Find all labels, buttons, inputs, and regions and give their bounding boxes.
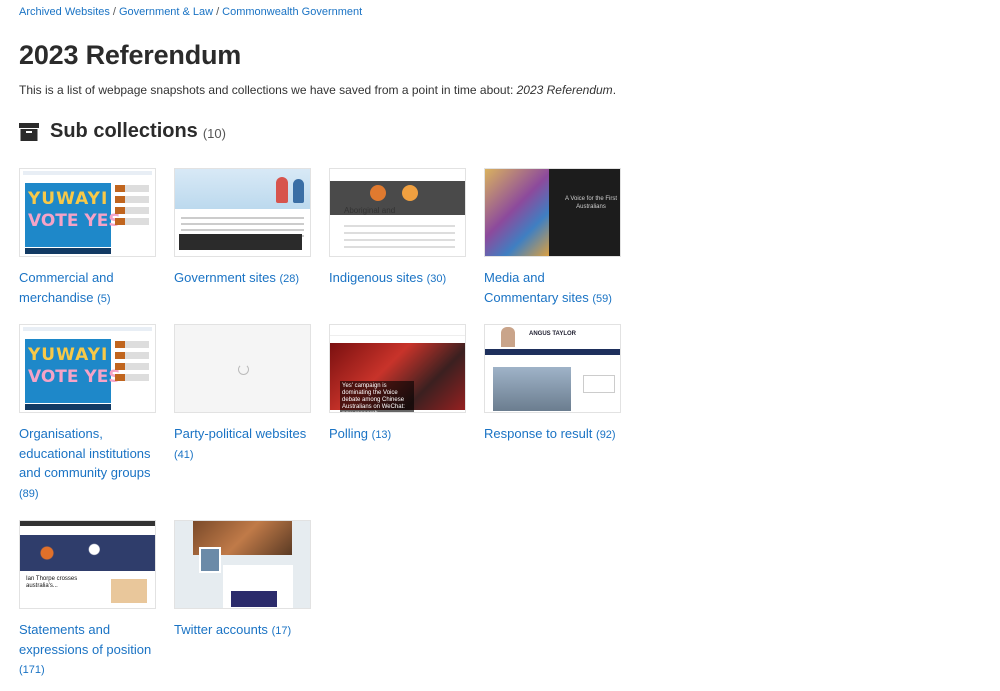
collection-label[interactable]: Indigenous sites [329, 270, 423, 285]
collection-count: (89) [19, 487, 39, 500]
collection-thumbnail[interactable]: Aboriginal and [329, 168, 466, 257]
collection-card-party-political[interactable]: Party-political websites (41) [174, 324, 312, 465]
collection-card-government[interactable]: Government sites (28) [174, 168, 312, 290]
collection-count: (171) [19, 664, 45, 676]
collection-count: (5) [97, 292, 111, 305]
intro-prefix: This is a list of webpage snapshots and … [19, 83, 517, 97]
collection-label[interactable]: Media and Commentary sites [484, 270, 589, 305]
collection-count: (41) [174, 448, 194, 461]
thumb-text: VOTE YES [28, 367, 121, 387]
intro-text: This is a list of webpage snapshots and … [19, 83, 616, 97]
collection-label[interactable]: Response to result [484, 426, 592, 441]
collection-card-media[interactable]: A Voice for the First Australians Media … [484, 168, 622, 309]
page-title: 2023 Referendum [19, 40, 242, 70]
collection-label[interactable]: Statements and expressions of position [19, 622, 151, 657]
collection-card-statements[interactable]: Ian Thorpe crosses australia's... Statem… [19, 520, 157, 681]
collection-thumbnail[interactable] [174, 324, 311, 413]
thumb-text: YUWAYI [28, 189, 109, 209]
collection-thumbnail[interactable]: A Voice for the First Australians [484, 168, 621, 257]
breadcrumb-commonwealth-government[interactable]: Commonwealth Government [222, 6, 362, 18]
collection-label[interactable]: Party-political websites [174, 426, 306, 441]
subcollections-heading: Sub collections (10) [19, 120, 226, 143]
collection-count: (17) [271, 625, 292, 637]
collection-link[interactable]: Commercial and merchandise (5) [19, 268, 157, 309]
collection-link[interactable]: Government sites (28) [174, 268, 312, 290]
collection-thumbnail[interactable] [174, 520, 311, 609]
breadcrumb: Archived Websites / Government & Law / Commo… [19, 6, 362, 18]
archive-box-icon [19, 122, 39, 141]
collection-label[interactable]: Twitter accounts [174, 622, 268, 637]
collection-thumbnail[interactable]: ANGUS TAYLOR [484, 324, 621, 413]
thumb-text: Ian Thorpe crosses australia's... [26, 576, 78, 589]
breadcrumb-government-law[interactable]: Government & Law [119, 6, 213, 18]
intro-subject: 2023 Referendum [516, 83, 613, 97]
collection-thumbnail[interactable]: YUWAYI VOTE YES [19, 168, 156, 257]
thumb-text: Aboriginal and [344, 206, 396, 215]
collection-link[interactable]: Party-political websites (41) [174, 424, 312, 465]
subcollections-count: (10) [202, 126, 226, 141]
thumb-text: Yes' campaign is dominating the Voice de… [340, 381, 414, 412]
collection-thumbnail[interactable]: Yes' campaign is dominating the Voice de… [329, 324, 466, 413]
breadcrumb-separator: / [216, 6, 220, 18]
collection-count: (28) [279, 273, 300, 285]
collection-label[interactable]: Organisations, educational institutions … [19, 426, 151, 480]
collection-count: (59) [592, 292, 612, 305]
collection-link[interactable]: Polling (13) [329, 424, 467, 446]
thumb-text: ANGUS TAYLOR [529, 331, 577, 337]
collection-card-organisations[interactable]: YUWAYI VOTE YES Organisations, education… [19, 324, 157, 504]
collection-count: (13) [371, 429, 392, 441]
collection-thumbnail[interactable]: Ian Thorpe crosses australia's... [19, 520, 156, 609]
breadcrumb-archived-websites[interactable]: Archived Websites [19, 6, 110, 18]
collection-card-twitter[interactable]: Twitter accounts (17) [174, 520, 312, 642]
collection-link[interactable]: Statements and expressions of position (… [19, 620, 157, 681]
collection-label[interactable]: Government sites [174, 270, 276, 285]
loading-spinner-icon [238, 364, 249, 375]
collection-link[interactable]: Twitter accounts (17) [174, 620, 312, 642]
collection-thumbnail[interactable] [174, 168, 311, 257]
breadcrumb-separator: / [112, 6, 116, 18]
collection-card-response[interactable]: ANGUS TAYLOR Response to result (92) [484, 324, 622, 446]
subcollections-title: Sub collections [50, 120, 198, 142]
intro-suffix: . [612, 83, 617, 97]
collection-link[interactable]: Indigenous sites (30) [329, 268, 467, 290]
collection-count: (92) [596, 429, 616, 441]
thumb-text: YUWAYI [28, 345, 109, 365]
thumb-text: A Voice for the First Australians [564, 196, 618, 210]
collection-link[interactable]: Media and Commentary sites (59) [484, 268, 622, 309]
collection-thumbnail[interactable]: YUWAYI VOTE YES [19, 324, 156, 413]
collection-link[interactable]: Organisations, educational institutions … [19, 424, 157, 504]
collection-link[interactable]: Response to result (92) [484, 424, 622, 446]
collection-card-commercial[interactable]: YUWAYI VOTE YES Commercial and merchandi… [19, 168, 157, 309]
collection-card-polling[interactable]: Yes' campaign is dominating the Voice de… [329, 324, 467, 446]
thumb-text: VOTE YES [28, 211, 121, 231]
collection-card-indigenous[interactable]: Aboriginal and Indigenous sites (30) [329, 168, 467, 290]
collection-label[interactable]: Polling [329, 426, 368, 441]
collection-count: (30) [426, 273, 447, 285]
